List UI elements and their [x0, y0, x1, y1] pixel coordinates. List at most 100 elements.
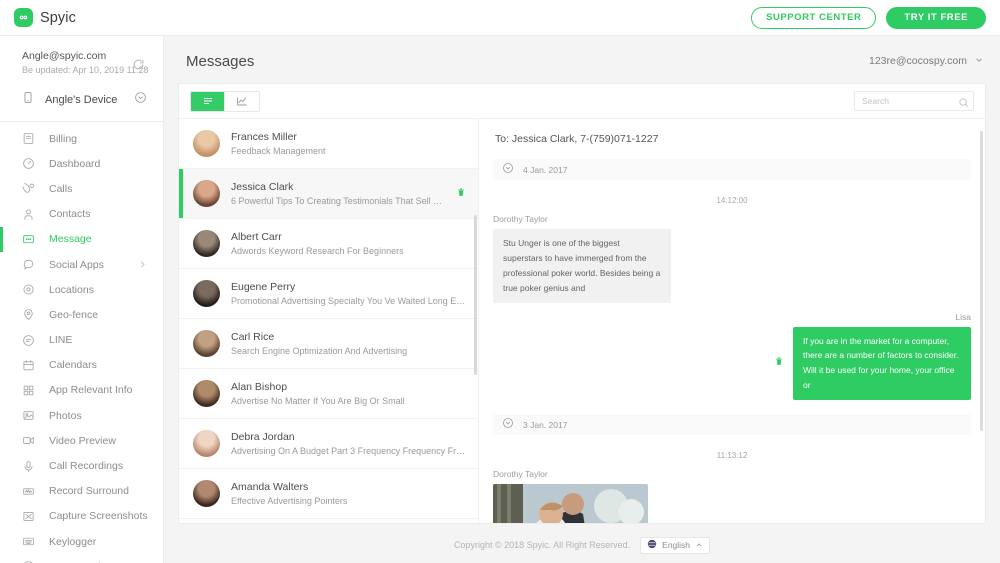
line-icon	[22, 334, 35, 347]
avatar	[193, 380, 220, 407]
sidebar-divider	[0, 121, 163, 122]
sidebar-item-capture-screenshots[interactable]: Capture Screenshots	[0, 504, 163, 529]
sidebar-item-billing[interactable]: Billing	[0, 126, 163, 151]
sidebar-item-label: Contacts	[49, 208, 90, 220]
thread-item[interactable]: Debra JordanAdvertising On A Budget Part…	[179, 419, 478, 469]
try-it-free-button[interactable]: TRY IT FREE	[886, 7, 986, 29]
thread-item[interactable]: Carl Rice Search Engine Optimization And …	[179, 319, 478, 369]
thread-text: Jessica Clark6 Powerful Tips To Creating…	[231, 181, 445, 206]
conversation-groups: 4 Jan. 201714:12:00Dorothy TaylorStu Ung…	[493, 159, 971, 523]
sidebar-item-browser-history[interactable]: Browser History	[0, 554, 163, 563]
thread-text: Carl Rice Search Engine Optimization And …	[231, 331, 466, 356]
sidebar-item-label: Message	[49, 233, 92, 245]
device-name: Angle's Device	[45, 94, 117, 106]
thread-item[interactable]: Frances Miller Feedback Management	[179, 119, 478, 169]
location-icon	[22, 283, 35, 296]
record-surround-icon	[22, 485, 35, 498]
conversation-date-bar[interactable]: 3 Jan. 2017	[493, 414, 971, 435]
sidebar-item-call-recordings[interactable]: Call Recordings	[0, 453, 163, 478]
flag-icon	[647, 536, 657, 554]
conversation-date: 4 Jan. 2017	[523, 165, 567, 175]
view-switcher	[190, 91, 260, 112]
sidebar-item-calls[interactable]: Calls	[0, 176, 163, 201]
account-email: Angle@spyic.com	[22, 50, 149, 62]
sidebar-item-label: Record Surround	[49, 485, 129, 497]
account-picker-label: 123re@cocospy.com	[869, 55, 967, 67]
chevron-up-icon	[695, 536, 703, 554]
sidebar-item-contacts[interactable]: Contacts	[0, 202, 163, 227]
sidebar-item-dashboard[interactable]: Dashboard	[0, 151, 163, 176]
sidebar-item-photos[interactable]: Photos	[0, 403, 163, 428]
sidebar-item-video-preview[interactable]: Video Preview	[0, 428, 163, 453]
avatar	[193, 430, 220, 457]
thread-item[interactable]: Albert CarrAdwords Keyword Research For …	[179, 219, 478, 269]
thread-preview: Search Engine Optimization And Advertisi…	[231, 346, 466, 356]
brand-name: Spyic	[40, 10, 76, 26]
social-apps-icon	[22, 258, 35, 271]
card-toolbar	[179, 84, 985, 119]
calendar-icon	[22, 359, 35, 372]
sidebar-item-message[interactable]: Message	[0, 227, 163, 252]
avatar	[193, 480, 220, 507]
sidebar-item-label: Photos	[49, 410, 82, 422]
thread-name: Frances Miller	[231, 131, 466, 143]
conversation-recipient: To: Jessica Clark, 7-(759)071-1227	[493, 119, 971, 145]
brand-logo[interactable]: Spyic	[14, 8, 76, 27]
sidebar-item-label: Calendars	[49, 359, 97, 371]
trash-icon[interactable]	[456, 185, 466, 203]
thread-text: Frances Miller Feedback Management	[231, 131, 466, 156]
thread-preview: Feedback Management	[231, 146, 466, 156]
thread-preview: Advertise No Matter If You Are Big Or Sm…	[231, 396, 466, 406]
sidebar-item-social-apps[interactable]: Social Apps	[0, 252, 163, 277]
sidebar-item-app-relevant-info[interactable]: App Relevant Info	[0, 378, 163, 403]
support-center-button[interactable]: SUPPORT CENTER	[751, 7, 876, 29]
sidebar-item-locations[interactable]: Locations	[0, 277, 163, 302]
chart-view-icon[interactable]	[225, 92, 259, 111]
geofence-icon	[22, 308, 35, 321]
account-picker[interactable]: 123re@cocospy.com	[869, 52, 986, 70]
thread-item[interactable]: Amanda WaltersEffective Advertising Poin…	[179, 469, 478, 519]
messages-card: Frances Miller Feedback Management Jessica…	[178, 83, 986, 524]
top-actions: SUPPORT CENTER TRY IT FREE	[751, 7, 986, 29]
thread-list-scrollbar[interactable]	[474, 215, 477, 375]
message-row	[493, 484, 971, 523]
message-block: Dorothy Taylor	[493, 469, 971, 523]
chevron-down-circle-icon[interactable]	[134, 91, 147, 109]
thread-text: Alan BishopAdvertise No Matter If You Ar…	[231, 381, 466, 406]
device-selector[interactable]: Angle's Device	[0, 85, 163, 121]
sidebar-item-label: LINE	[49, 334, 72, 346]
thread-name: Carl Rice	[231, 331, 466, 343]
sidebar-item-geo-fence[interactable]: Geo-fence	[0, 302, 163, 327]
spyic-infinity-logo-icon	[14, 8, 33, 27]
thread-item[interactable]: Alan BishopAdvertise No Matter If You Ar…	[179, 369, 478, 419]
message-sender: Dorothy Taylor	[493, 214, 971, 224]
wedding-couple-photo[interactable]	[493, 484, 648, 523]
sidebar-item-label: Geo-fence	[49, 309, 98, 321]
sidebar-item-line[interactable]: LINE	[0, 328, 163, 353]
sidebar-item-label: App Relevant Info	[49, 384, 132, 396]
thread-item[interactable]: Eugene PerryPromotional Advertising Spec…	[179, 269, 478, 319]
refresh-icon[interactable]	[132, 58, 145, 71]
conversation-date-bar[interactable]: 4 Jan. 2017	[493, 159, 971, 180]
thread-preview: Effective Advertising Pointers	[231, 496, 466, 506]
list-view-icon[interactable]	[191, 92, 225, 111]
trash-icon[interactable]	[774, 354, 784, 372]
app-root: Spyic SUPPORT CENTER TRY IT FREE Angle@s…	[0, 0, 1000, 563]
thread-item[interactable]: Jessica Clark6 Powerful Tips To Creating…	[179, 169, 478, 219]
thread-text: Amanda WaltersEffective Advertising Poin…	[231, 481, 466, 506]
search-input[interactable]	[854, 91, 974, 111]
avatar	[193, 280, 220, 307]
message-row: Stu Unger is one of the biggest supersta…	[493, 229, 971, 303]
page-title: Messages	[186, 53, 254, 70]
sidebar-item-label: Video Preview	[49, 435, 116, 447]
message-row: If you are in the market for a computer,…	[493, 327, 971, 401]
video-icon	[22, 434, 35, 447]
language-selector[interactable]: English	[640, 537, 710, 554]
conversation-scrollbar[interactable]	[980, 131, 983, 431]
message-sender: Lisa	[493, 312, 971, 322]
sidebar-item-label: Social Apps	[49, 259, 104, 271]
sidebar-item-calendars[interactable]: Calendars	[0, 353, 163, 378]
sidebar-item-keylogger[interactable]: Keylogger	[0, 529, 163, 554]
sidebar-item-record-surround[interactable]: Record Surround	[0, 479, 163, 504]
language-label: English	[662, 540, 690, 550]
